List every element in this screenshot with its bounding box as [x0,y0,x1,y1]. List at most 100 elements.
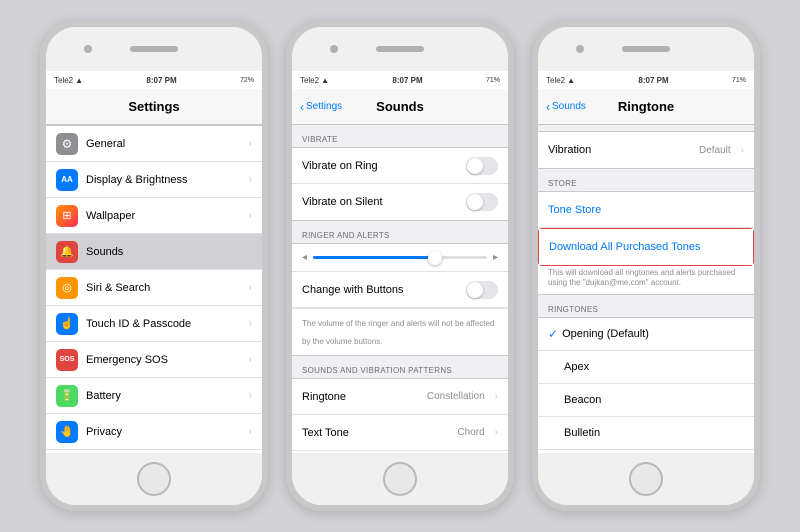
ringtone-opening[interactable]: ✓ Opening (Default) [538,318,754,351]
tone-store-label: Tone Store [548,204,601,216]
settings-item-general[interactable]: ⚙ General › [46,126,262,162]
status-right-3: 71% [732,77,746,84]
vibrate-ring-toggle[interactable] [466,157,498,175]
vibration-label: Vibration [548,144,691,156]
signal-3: ▲ [567,76,575,85]
home-button-1[interactable] [137,462,171,496]
status-left-2: Tele2 ▲ [300,76,329,85]
vibrate-header: VIBRATE [292,125,508,147]
voicemail-item[interactable]: New Voicemail Tri-tone › [292,451,508,453]
patterns-group: Ringtone Constellation › Text Tone Chord… [292,378,508,453]
nav-back-2[interactable]: ‹ Settings [300,100,342,114]
ringtone-bulletin-name: Bulletin [548,427,744,439]
status-right-2: 71% [486,77,500,84]
carrier-3: Tele2 [546,76,565,85]
back-label-2: Settings [306,101,342,112]
settings-item-battery[interactable]: 🔋 Battery › [46,378,262,414]
screen-1: Tele2 ▲ 8:07 PM 72% Settings ⚙ General ›… [46,71,262,453]
phone-2: Tele2 ▲ 8:07 PM 71% ‹ Settings Sounds VI… [286,21,514,511]
phone-top-2 [292,27,508,71]
vibrate-silent-item: Vibrate on Silent [292,184,508,220]
wifi-icon-1: ▲ [75,76,83,85]
display-icon: AA [56,169,78,191]
store-group: Tone Store Download All Purchased Tones … [538,191,754,295]
nav-title-3: Ringtone [618,99,674,114]
vibration-group: Vibration Default › [538,131,754,169]
time-1: 8:07 PM [146,76,176,85]
back-arrow-2: ‹ [300,100,304,114]
ringtone-opening-name: Opening (Default) [562,328,744,340]
settings-item-siri[interactable]: ◎ Siri & Search › [46,270,262,306]
settings-item-itunes[interactable]: A iTunes & App Store › [46,450,262,453]
privacy-label: Privacy [86,426,239,438]
text-tone-item[interactable]: Text Tone Chord › [292,415,508,451]
touchid-label: Touch ID & Passcode [86,318,239,330]
nav-back-3[interactable]: ‹ Sounds [546,100,586,114]
nav-bar-3: ‹ Sounds Ringtone [538,89,754,125]
ringtone-label: Ringtone [302,391,419,403]
slider-thumb [428,251,442,265]
vibrate-ring-label: Vibrate on Ring [302,160,458,172]
ringtone-beacon[interactable]: Beacon [538,384,754,417]
ringtone-item[interactable]: Ringtone Constellation › [292,379,508,415]
siri-label: Siri & Search [86,282,239,294]
settings-item-sos[interactable]: SOS Emergency SOS › [46,342,262,378]
volume-desc-text: The volume of the ringer and alerts will… [302,319,494,346]
ringtone-beacon-name: Beacon [548,394,744,406]
settings-item-privacy[interactable]: 🤚 Privacy › [46,414,262,450]
nav-title-1: Settings [128,99,179,114]
home-button-2[interactable] [383,462,417,496]
ringtone-bulletin[interactable]: Bulletin [538,417,754,450]
ringtone-apex[interactable]: Apex [538,351,754,384]
settings-item-sounds[interactable]: 🔔 Sounds › [46,234,262,270]
camera-1 [84,45,92,53]
general-label: General [86,138,239,150]
vibrate-group: Vibrate on Ring Vibrate on Silent [292,147,508,221]
battery-label: Battery [86,390,239,402]
screen-2: Tele2 ▲ 8:07 PM 71% ‹ Settings Sounds VI… [292,71,508,453]
settings-group: ⚙ General › AA Display & Brightness › ⊞ … [46,125,262,453]
ringer-header: RINGER AND ALERTS [292,221,508,243]
volume-row: ◂ ▸ [292,244,508,272]
home-button-3[interactable] [629,462,663,496]
download-item[interactable]: Download All Purchased Tones [539,229,753,265]
nav-title-2: Sounds [376,99,424,114]
speaker-1 [130,46,178,52]
privacy-icon: 🤚 [56,421,78,443]
download-box: Download All Purchased Tones [538,228,754,266]
settings-list[interactable]: ⚙ General › AA Display & Brightness › ⊞ … [46,125,262,453]
wallpaper-label: Wallpaper [86,210,239,222]
ringtones-header: RINGTONES [538,295,754,317]
settings-item-touchid[interactable]: ☝ Touch ID & Passcode › [46,306,262,342]
sos-label: Emergency SOS [86,354,239,366]
sounds-list[interactable]: VIBRATE Vibrate on Ring Vibrate on Silen… [292,125,508,453]
signal-2: ▲ [321,76,329,85]
vibration-value: Default [699,145,731,156]
vibration-item[interactable]: Vibration Default › [538,132,754,168]
phone-bottom-2 [292,453,508,505]
phone-3: Tele2 ▲ 8:07 PM 71% ‹ Sounds Ringtone Vi… [532,21,760,511]
settings-item-display[interactable]: AA Display & Brightness › [46,162,262,198]
vibrate-silent-label: Vibrate on Silent [302,196,458,208]
vibrate-silent-toggle[interactable] [466,193,498,211]
change-buttons-toggle[interactable] [466,281,498,299]
status-bar-2: Tele2 ▲ 8:07 PM 71% [292,71,508,89]
siri-icon: ◎ [56,277,78,299]
speaker-3 [622,46,670,52]
settings-item-wallpaper[interactable]: ⊞ Wallpaper › [46,198,262,234]
carrier-2: Tele2 [300,76,319,85]
store-header: STORE [538,169,754,191]
slider-fill [313,256,435,259]
ringtone-apex-name: Apex [548,361,744,373]
sounds-label: Sounds [86,246,239,258]
change-buttons-label: Change with Buttons [302,284,458,296]
volume-slider[interactable] [313,256,487,259]
speaker-2 [376,46,424,52]
change-buttons-item: Change with Buttons [292,272,508,308]
volume-high-icon: ▸ [493,252,498,263]
camera-2 [330,45,338,53]
tone-store-item[interactable]: Tone Store [538,192,754,228]
status-bar-1: Tele2 ▲ 8:07 PM 72% [46,71,262,89]
wallpaper-icon: ⊞ [56,205,78,227]
vibrate-ring-item: Vibrate on Ring [292,148,508,184]
